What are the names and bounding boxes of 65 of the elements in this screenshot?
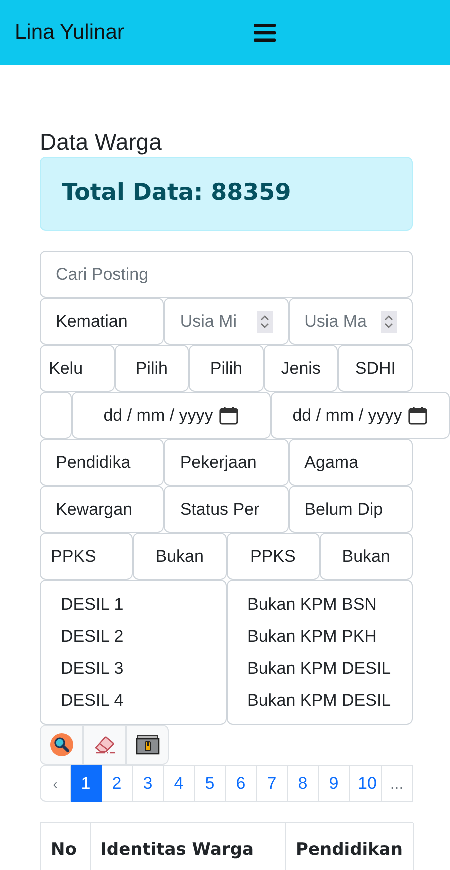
select-field[interactable]: Pilih [114, 345, 190, 392]
select-field[interactable]: Status Per [164, 486, 289, 533]
list-option[interactable]: Bukan KPM BSN [248, 589, 412, 621]
menu-icon[interactable] [254, 24, 276, 42]
page-link[interactable]: 9 [319, 765, 350, 802]
select-field[interactable]: Kelu [40, 345, 115, 392]
select-field[interactable]: Pendidika [40, 439, 164, 486]
page-link[interactable]: 6 [226, 765, 257, 802]
select-field[interactable]: Belum Dip [288, 486, 413, 533]
list-option[interactable]: Bukan KPM PKH [248, 621, 412, 653]
list-option[interactable]: DESIL 3 [61, 653, 226, 685]
select-field[interactable]: PPKS [226, 533, 320, 580]
page-link[interactable]: 7 [257, 765, 288, 802]
empty-field[interactable] [40, 392, 72, 439]
date-field[interactable]: dd / mm / yyyy [271, 392, 450, 439]
list-option[interactable]: DESIL 2 [61, 621, 226, 653]
list-option[interactable]: Bukan KPM DESIL [248, 685, 412, 717]
select-field[interactable]: SDHI [338, 345, 413, 392]
page-link[interactable]: 4 [164, 765, 195, 802]
search-icon [50, 733, 74, 757]
date-text: dd / mm / yyyy [104, 406, 214, 426]
placeholder-text: Usia Mi [180, 312, 237, 332]
date-text: dd / mm / yyyy [292, 406, 402, 426]
total-data-alert: Total Data: 88359 [40, 157, 413, 231]
list-option[interactable]: DESIL 4 [61, 685, 226, 717]
number-field[interactable]: Usia Ma [288, 298, 413, 345]
select-field[interactable]: Pekerjaan [164, 439, 289, 486]
select-field[interactable]: Kewargan [40, 486, 164, 533]
select-field[interactable]: PPKS [40, 533, 134, 580]
spinner-icon[interactable] [380, 310, 397, 332]
select-field[interactable]: Pilih [189, 345, 264, 392]
column-header: No [40, 823, 91, 870]
select-field[interactable]: Kematian [40, 298, 164, 345]
select-field[interactable]: Jenis [264, 345, 338, 392]
page-link[interactable]: ‹ [40, 765, 71, 802]
page-link[interactable]: 10 [350, 765, 382, 802]
list-option[interactable]: DESIL 1 [61, 589, 226, 621]
page-link[interactable]: 1 [71, 765, 102, 802]
select-field[interactable]: Bukan [320, 533, 413, 580]
number-field[interactable]: Usia Mi [164, 298, 289, 345]
page-link[interactable]: 8 [288, 765, 319, 802]
page-link[interactable]: 5 [195, 765, 226, 802]
export-button[interactable] [126, 725, 169, 765]
select-field[interactable]: Agama [288, 439, 413, 486]
calendar-icon[interactable] [219, 406, 240, 426]
column-header: Pendidikan [285, 823, 414, 870]
page-link[interactable]: 3 [133, 765, 164, 802]
calendar-icon[interactable] [408, 406, 428, 426]
select-field[interactable]: Bukan [133, 533, 226, 580]
date-field[interactable]: dd / mm / yyyy [72, 392, 271, 439]
user-name: Lina Yulinar [15, 20, 124, 44]
eraser-icon [92, 734, 116, 756]
spinner-icon[interactable] [256, 310, 273, 332]
page-link[interactable]: … [382, 765, 413, 802]
multi-select-list[interactable]: Bukan KPM BSN Bukan KPM PKH Bukan KPM DESIL Bukan KPM DESIL [226, 580, 413, 725]
search-field[interactable]: Cari Posting [40, 251, 413, 298]
folder-icon [136, 735, 160, 755]
search-button[interactable] [40, 725, 83, 765]
reset-button[interactable] [83, 725, 126, 765]
page-title: Data Warga [40, 128, 163, 156]
multi-select-list[interactable]: DESIL 1 DESIL 2 DESIL 3 DESIL 4 [40, 580, 226, 725]
list-option[interactable]: Bukan KPM DESIL [248, 653, 412, 685]
page-link[interactable]: 2 [102, 765, 133, 802]
placeholder-text: Usia Ma [304, 312, 368, 332]
column-header: Identitas Warga [90, 823, 286, 870]
